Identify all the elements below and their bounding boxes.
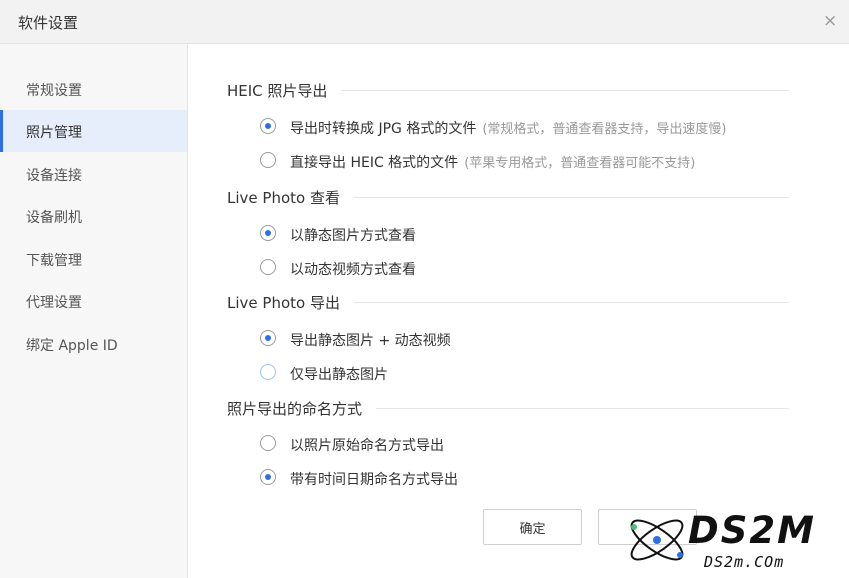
section-live-photo-view: Live Photo 查看 [227, 187, 789, 208]
sidebar-item-device-connect[interactable]: 设备连接 [0, 153, 187, 195]
sidebar-item-label: 下载管理 [26, 253, 82, 269]
radio-button[interactable] [260, 330, 276, 346]
radio-button[interactable] [260, 435, 276, 451]
option-label: 以照片原始命名方式导出 [290, 438, 444, 454]
sidebar-item-apple-id[interactable]: 绑定 Apple ID [0, 323, 187, 365]
sidebar-item-label: 常规设置 [26, 83, 82, 99]
atom-icon [630, 519, 684, 561]
sidebar-item-general[interactable]: 常规设置 [0, 68, 187, 110]
close-icon[interactable]: × [823, 12, 837, 30]
sidebar-item-photo[interactable]: 照片管理 [0, 110, 187, 152]
radio-button[interactable] [260, 152, 276, 168]
option-hint: (常规格式，普通查看器支持，导出速度慢) [482, 122, 727, 137]
option-label: 带有时间日期命名方式导出 [290, 472, 458, 488]
option-label: 以静态图片方式查看 [290, 228, 416, 244]
sidebar-item-label: 代理设置 [26, 295, 82, 311]
option-label: 仅导出静态图片 [290, 367, 388, 383]
section-title: 照片导出的命名方式 [227, 398, 377, 419]
section-title: Live Photo 查看 [227, 187, 354, 208]
radio-button[interactable] [260, 118, 276, 134]
section-live-photo-export: Live Photo 导出 [227, 292, 789, 313]
section-heic-export: HEIC 照片导出 [227, 80, 789, 101]
sidebar-item-label: 设备连接 [26, 168, 82, 184]
option-label: 导出时转换成 JPG 格式的文件 [290, 121, 477, 137]
sidebar-item-label: 绑定 Apple ID [26, 338, 118, 354]
watermark-logo: DS2M DS2m.COm [622, 505, 844, 575]
radio-button[interactable] [260, 259, 276, 275]
option-label: 导出静态图片 + 动态视频 [290, 333, 451, 349]
watermark-text: DS2M [688, 509, 816, 552]
option-label: 直接导出 HEIC 格式的文件 [290, 155, 459, 171]
sidebar-item-download[interactable]: 下载管理 [0, 238, 187, 280]
section-title: HEIC 照片导出 [227, 80, 342, 101]
sidebar-item-label: 照片管理 [26, 125, 82, 141]
section-title: Live Photo 导出 [227, 292, 354, 313]
sidebar-item-label: 设备刷机 [26, 210, 82, 226]
sidebar-item-proxy[interactable]: 代理设置 [0, 280, 187, 322]
ok-button[interactable]: 确定 [483, 509, 582, 545]
radio-button[interactable] [260, 469, 276, 485]
sidebar-item-device-flash[interactable]: 设备刷机 [0, 195, 187, 237]
radio-button[interactable] [260, 364, 276, 380]
sidebar: 常规设置 照片管理 设备连接 设备刷机 下载管理 代理设置 绑定 Apple I… [0, 44, 188, 578]
radio-button[interactable] [260, 225, 276, 241]
window-title: 软件设置 [18, 14, 79, 32]
option-hint: (苹果专用格式，普通查看器可能不支持) [464, 156, 696, 171]
watermark-subtext: DS2m.COm [704, 553, 785, 571]
option-label: 以动态视频方式查看 [290, 262, 416, 278]
title-bar: 软件设置 × [0, 0, 849, 44]
section-naming: 照片导出的命名方式 [227, 398, 789, 419]
